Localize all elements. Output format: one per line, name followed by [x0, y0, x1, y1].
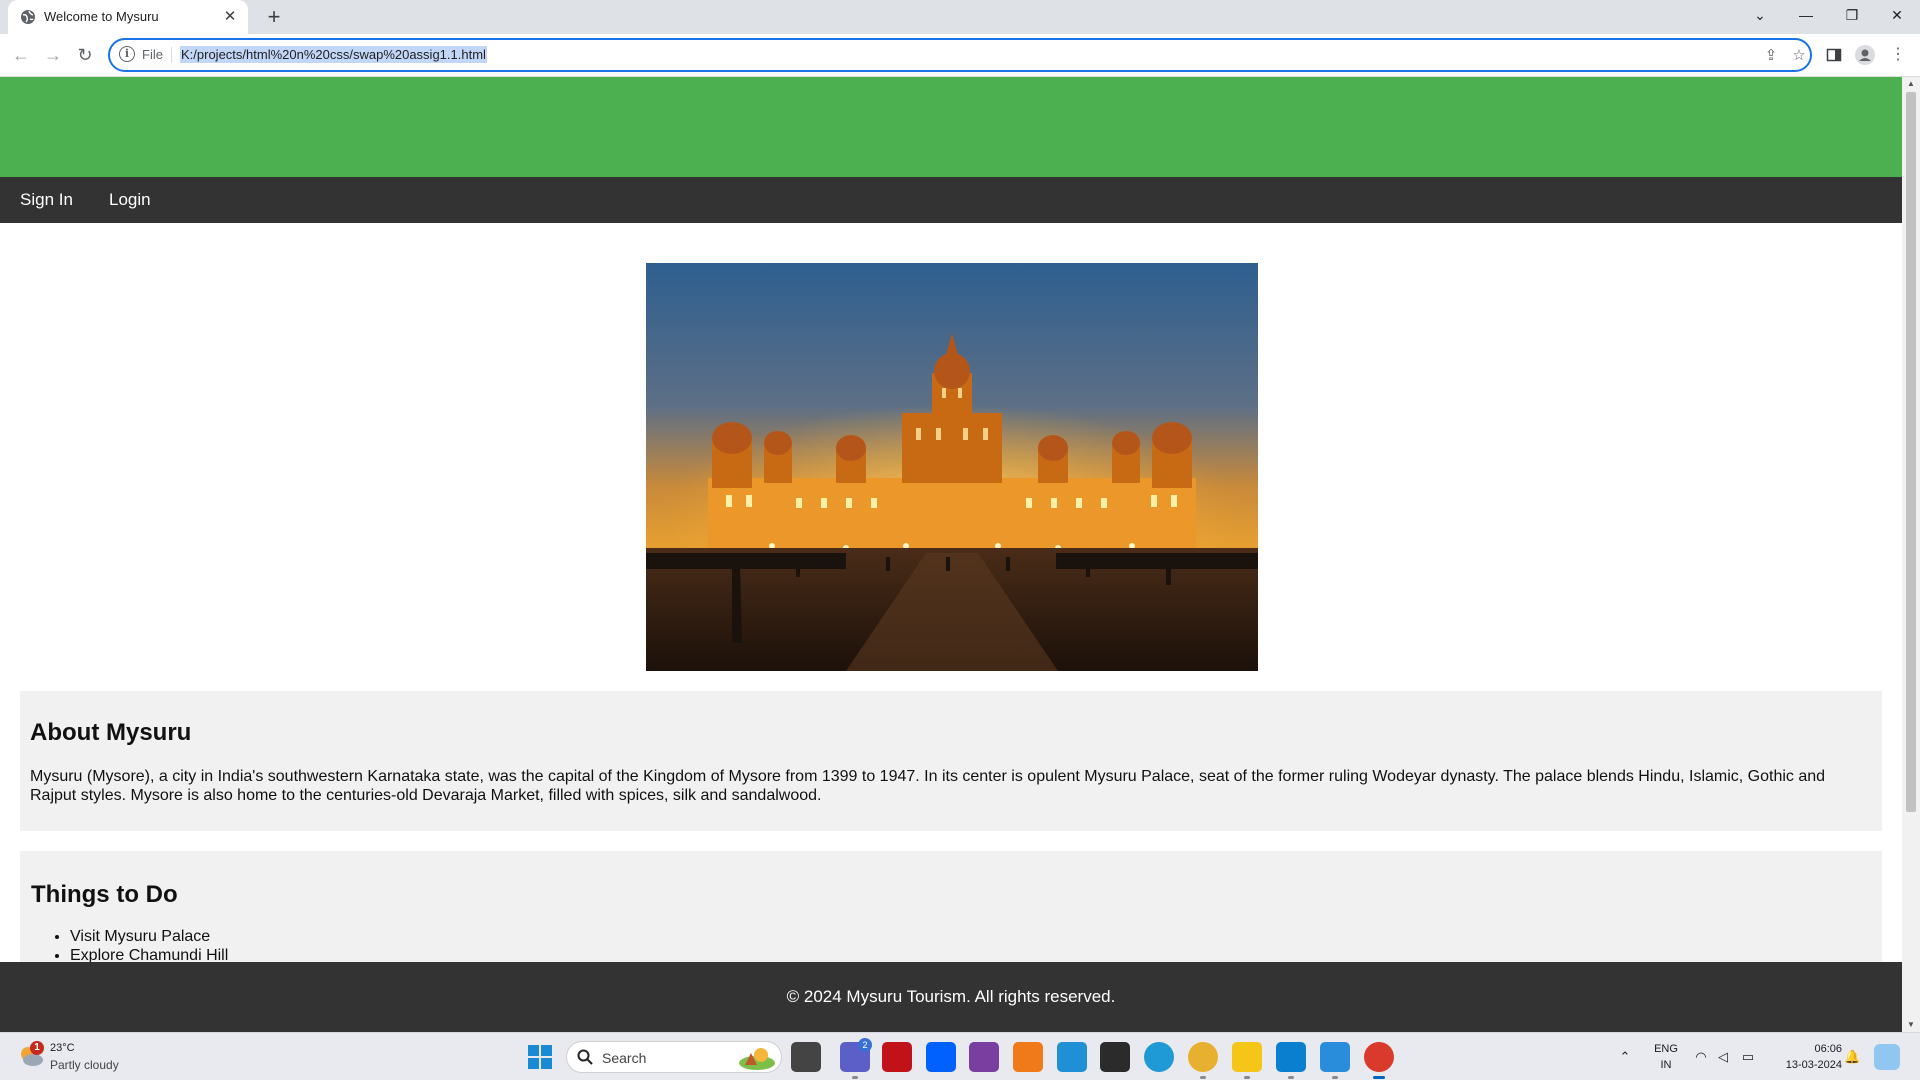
edge-icon[interactable]: [1144, 1042, 1174, 1072]
address-scheme: File: [142, 47, 163, 62]
footer-copyright: © 2024 Mysuru Tourism. All rights reserv…: [786, 987, 1116, 1006]
scroll-down-icon[interactable]: ▼: [1902, 1018, 1920, 1032]
tab-search-chevron-icon[interactable]: ⌄: [1737, 0, 1783, 30]
close-tab-icon[interactable]: ✕: [220, 7, 240, 27]
site-footer: © 2024 Mysuru Tourism. All rights reserv…: [0, 962, 1902, 1032]
chrome-secondary-icon[interactable]: [1188, 1042, 1218, 1079]
terminal-icon[interactable]: [1100, 1042, 1130, 1072]
vscode-icon[interactable]: [1276, 1042, 1306, 1079]
page-scrollbar[interactable]: ▲ ▼: [1902, 77, 1920, 1032]
taskbar-search[interactable]: Search: [566, 1041, 782, 1073]
address-url[interactable]: K:/projects/html%20n%20css/swap%20assig1…: [180, 46, 487, 63]
search-icon: [577, 1049, 593, 1065]
clock-date[interactable]: 13-03-2024: [1770, 1059, 1842, 1071]
side-panel-icon[interactable]: [1822, 43, 1846, 67]
bookmark-star-icon[interactable]: ☆: [1789, 46, 1809, 66]
minimize-button[interactable]: —: [1783, 0, 1829, 30]
weather-alert-badge: 1: [30, 1041, 44, 1055]
file-explorer-icon[interactable]: [1232, 1042, 1262, 1079]
profile-avatar-icon[interactable]: [1853, 43, 1877, 67]
close-window-button[interactable]: ✕: [1874, 0, 1920, 30]
address-bar[interactable]: i File K:/projects/html%20n%20css/swap%2…: [108, 38, 1812, 72]
photos-icon[interactable]: [1320, 1042, 1350, 1079]
address-divider: [171, 47, 172, 63]
teams-badge: 2: [858, 1038, 872, 1052]
forward-arrow-icon[interactable]: →: [41, 43, 65, 67]
windows-start-icon[interactable]: [528, 1045, 552, 1069]
task-view-icon[interactable]: [791, 1042, 821, 1072]
volume-icon[interactable]: ◁: [1715, 1049, 1731, 1065]
scroll-thumb[interactable]: [1906, 92, 1916, 812]
browser-toolbar: ← → ↻ i File K:/projects/html%20n%20css/…: [0, 34, 1920, 77]
browser-tabstrip: Welcome to Mysuru ✕ + ⌄ — ❐ ✕: [0, 0, 1920, 34]
windows-taskbar: 1 23°C Partly cloudy Search 2 ⌃ ENG IN ◠…: [0, 1032, 1920, 1080]
new-tab-button[interactable]: +: [260, 4, 288, 32]
copilot-icon[interactable]: [1874, 1044, 1900, 1070]
page-viewport: Sign In Login About Mysuru Mysuru (Mysor…: [0, 77, 1902, 1032]
about-heading: About Mysuru: [30, 719, 192, 746]
nav-link-login[interactable]: Login: [109, 190, 151, 210]
things-list: Visit Mysuru Palace Explore Chamundi Hil…: [70, 927, 228, 965]
back-arrow-icon[interactable]: ←: [9, 43, 33, 67]
site-info-icon[interactable]: i: [119, 46, 135, 62]
list-item: Visit Mysuru Palace: [70, 927, 228, 946]
tab-title: Welcome to Mysuru: [44, 9, 159, 24]
chrome-icon[interactable]: [1364, 1042, 1394, 1079]
dropbox-icon[interactable]: [926, 1042, 956, 1072]
reload-icon[interactable]: ↻: [73, 43, 97, 67]
globe-icon: [21, 10, 35, 24]
site-header: [0, 77, 1902, 177]
search-highlight-icon: [739, 1048, 775, 1070]
share-icon[interactable]: ⇪: [1761, 46, 1781, 66]
browser-menu-icon[interactable]: ⋮: [1886, 43, 1910, 67]
restore-button[interactable]: ❐: [1829, 0, 1875, 30]
language-indicator[interactable]: ENG: [1652, 1043, 1680, 1055]
site-nav: Sign In Login: [0, 177, 1902, 223]
wifi-icon[interactable]: ◠: [1693, 1049, 1709, 1065]
battery-icon[interactable]: ▭: [1740, 1049, 1756, 1065]
weather-condition: Partly cloudy: [50, 1058, 119, 1072]
color-app-icon[interactable]: [969, 1042, 999, 1072]
chevron-up-icon[interactable]: ⌃: [1617, 1049, 1633, 1065]
search-placeholder: Search: [602, 1050, 647, 1066]
hero-image-mysuru-palace: [646, 263, 1258, 671]
region-indicator: IN: [1660, 1059, 1672, 1071]
scroll-up-icon[interactable]: ▲: [1902, 77, 1920, 91]
nav-link-sign-in[interactable]: Sign In: [20, 190, 73, 210]
weather-temperature: 23°C: [50, 1042, 75, 1054]
about-text: Mysuru (Mysore), a city in India's south…: [30, 768, 1826, 804]
clock-time[interactable]: 06:06: [1770, 1043, 1842, 1055]
netflix-icon[interactable]: [882, 1042, 912, 1072]
things-heading: Things to Do: [31, 881, 178, 908]
browser-tab[interactable]: Welcome to Mysuru ✕: [8, 0, 248, 34]
notification-bell-icon[interactable]: 🔔: [1844, 1049, 1860, 1065]
xampp-icon[interactable]: [1013, 1042, 1043, 1072]
prime-video-icon[interactable]: [1057, 1042, 1087, 1072]
about-section: About Mysuru Mysuru (Mysore), a city in …: [20, 691, 1882, 831]
teams-icon[interactable]: 2: [840, 1038, 872, 1079]
